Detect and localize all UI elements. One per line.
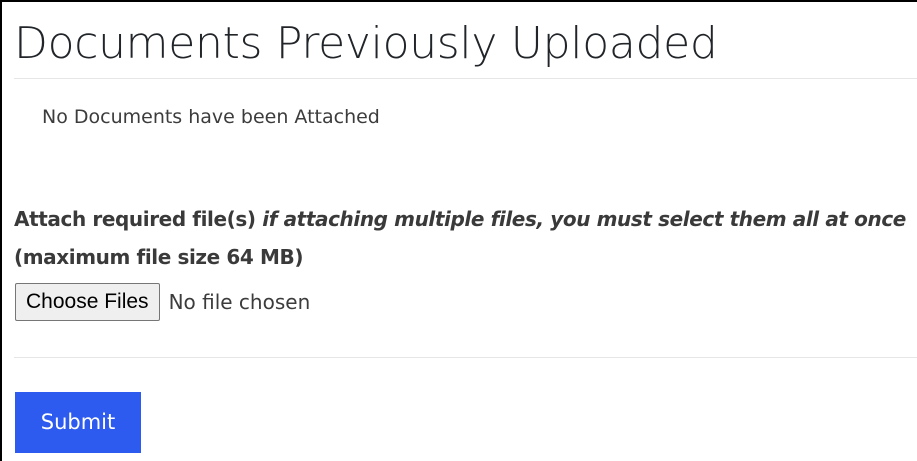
file-input: Choose Files No file chosen bbox=[15, 283, 310, 321]
title-divider bbox=[14, 78, 917, 79]
attach-label-size-limit: (maximum file size 64 MB) bbox=[14, 245, 304, 269]
no-documents-message: No Documents have been Attached bbox=[42, 106, 380, 128]
attach-label-prefix: Attach required file(s) bbox=[14, 207, 256, 231]
file-chosen-status: No file chosen bbox=[168, 290, 311, 314]
submit-button[interactable]: Submit bbox=[15, 392, 141, 453]
section-divider bbox=[14, 357, 917, 358]
choose-files-button[interactable]: Choose Files bbox=[15, 283, 160, 321]
page-title: Documents Previously Uploaded bbox=[14, 18, 718, 69]
attach-label-instruction: if attaching multiple files, you must se… bbox=[262, 207, 906, 231]
attach-files-label: Attach required file(s) if attaching mul… bbox=[14, 200, 917, 276]
page-frame: Documents Previously Uploaded No Documen… bbox=[0, 0, 917, 461]
